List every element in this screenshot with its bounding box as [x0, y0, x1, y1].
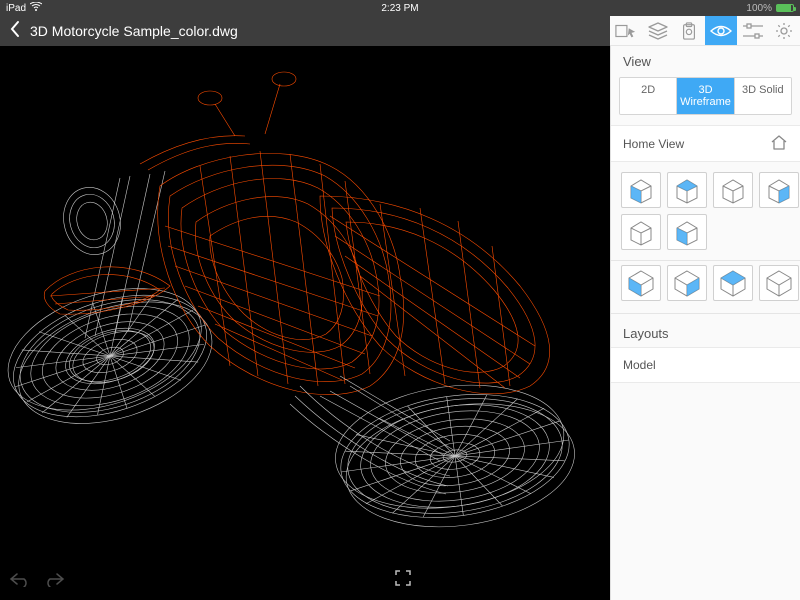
carrier-label: iPad — [6, 3, 26, 14]
view-toolbar — [610, 16, 800, 46]
select-tool-button[interactable] — [610, 16, 642, 45]
home-view-button[interactable]: Home View — [611, 125, 800, 162]
settings-gear-button[interactable] — [768, 16, 800, 45]
view-panel-button[interactable] — [705, 16, 737, 45]
view-cube-bottom[interactable] — [667, 214, 707, 250]
ortho-view-grid — [611, 162, 800, 260]
iso-view-sw[interactable] — [621, 265, 661, 301]
view-panel: View 2D 3D Wireframe 3D Solid Home View … — [610, 46, 800, 600]
back-button[interactable] — [0, 20, 30, 43]
wifi-icon — [30, 2, 42, 14]
iso-view-ne[interactable] — [713, 265, 753, 301]
battery-icon — [776, 4, 794, 12]
mode-3d-solid[interactable]: 3D Solid — [734, 78, 791, 114]
mode-2d[interactable]: 2D — [620, 78, 676, 114]
view-cube-back[interactable] — [667, 172, 707, 208]
redo-button[interactable] — [44, 571, 66, 592]
layers-button[interactable] — [642, 16, 674, 45]
layout-model[interactable]: Model — [611, 347, 800, 383]
layouts-header: Layouts — [611, 314, 800, 347]
undo-button[interactable] — [8, 571, 30, 592]
view-mode-segmented: 2D 3D Wireframe 3D Solid — [619, 77, 792, 115]
clock: 2:23 PM — [0, 3, 800, 14]
view-header: View — [611, 46, 800, 75]
ios-status-bar: iPad 2:23 PM 100% — [0, 0, 800, 16]
view-cube-top[interactable] — [621, 214, 661, 250]
iso-view-se[interactable] — [667, 265, 707, 301]
view-cube-left[interactable] — [713, 172, 753, 208]
battery-pct: 100% — [746, 3, 772, 14]
home-view-label: Home View — [623, 137, 684, 151]
iso-view-row — [611, 261, 800, 313]
home-icon — [770, 134, 788, 153]
mode-3d-wireframe[interactable]: 3D Wireframe — [676, 78, 733, 114]
iso-view-nw[interactable] — [759, 265, 799, 301]
3d-viewport[interactable] — [0, 46, 610, 600]
clipboard-button[interactable] — [673, 16, 705, 45]
settings-adjust-button[interactable] — [737, 16, 769, 45]
view-cube-front[interactable] — [621, 172, 661, 208]
view-cube-right[interactable] — [759, 172, 799, 208]
fullscreen-button[interactable] — [394, 569, 412, 592]
